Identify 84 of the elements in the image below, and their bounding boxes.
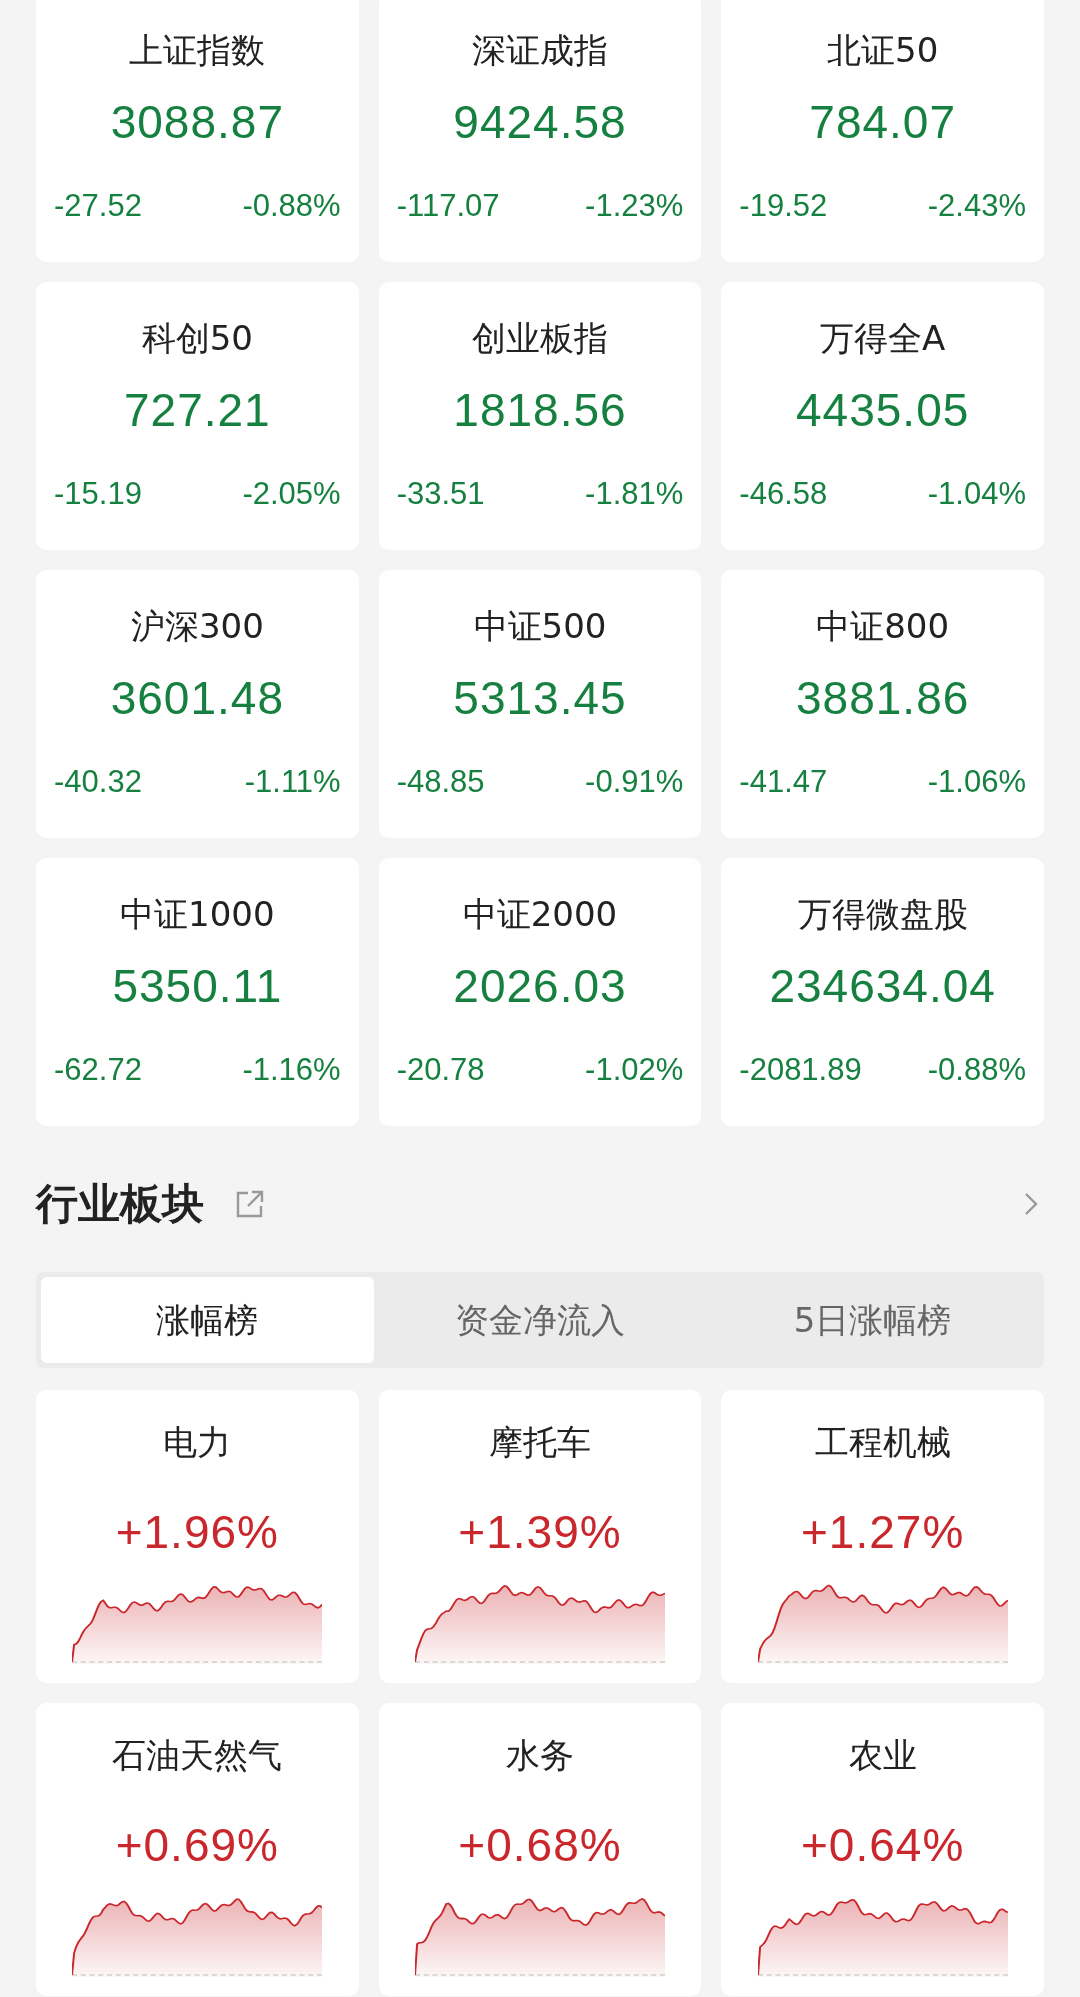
index-value: 3601.48: [110, 671, 284, 726]
tab[interactable]: 5日涨幅榜: [706, 1277, 1039, 1363]
index-name: 中证2000: [462, 893, 618, 936]
index-card[interactable]: 创业板指 1818.56 -33.51 -1.81%: [378, 282, 702, 550]
change-percent: -1.81%: [585, 475, 684, 513]
share-icon[interactable]: [234, 1188, 266, 1220]
index-value: 3088.87: [110, 95, 284, 150]
index-card[interactable]: 万得微盘股 234634.04 -2081.89 -0.88%: [721, 858, 1044, 1126]
sector-name: 摩托车: [489, 1421, 591, 1464]
sector-change-percent: +0.64%: [801, 1818, 965, 1873]
tab[interactable]: 资金净流入: [373, 1277, 707, 1363]
sector-change-percent: +1.96%: [115, 1505, 279, 1560]
sector-card[interactable]: 石油天然气 +0.69%: [36, 1703, 359, 1996]
index-name: 科创50: [141, 317, 253, 360]
change-percent: -1.16%: [242, 1051, 341, 1089]
index-name: 北证50: [827, 29, 939, 72]
sector-card[interactable]: 摩托车 +1.39%: [378, 1390, 702, 1683]
index-card[interactable]: 深证成指 9424.58 -117.07 -1.23%: [378, 0, 702, 262]
chevron-right-icon[interactable]: [1024, 1192, 1038, 1216]
sector-name: 水务: [506, 1734, 574, 1777]
change-amount: -48.85: [396, 763, 485, 801]
sector-change-percent: +0.68%: [458, 1818, 622, 1873]
index-name: 万得微盘股: [797, 893, 968, 936]
index-value: 234634.04: [769, 959, 996, 1014]
change-amount: -62.72: [54, 1051, 142, 1089]
sector-change-percent: +0.69%: [115, 1818, 279, 1873]
index-name: 中证500: [473, 605, 607, 648]
sector-change-percent: +1.27%: [801, 1505, 965, 1560]
change-percent: -2.05%: [242, 475, 341, 513]
sector-card[interactable]: 水务 +0.68%: [378, 1703, 702, 1996]
index-card[interactable]: 中证1000 5350.11 -62.72 -1.16%: [36, 858, 359, 1126]
index-name: 上证指数: [129, 29, 266, 72]
sector-name: 农业: [848, 1734, 917, 1777]
change-amount: -40.32: [54, 763, 142, 801]
change-amount: -15.19: [54, 475, 142, 513]
index-value: 3881.86: [796, 671, 970, 726]
change-percent: -2.43%: [927, 187, 1026, 225]
index-name: 沪深300: [130, 605, 264, 648]
change-percent: -0.91%: [585, 763, 684, 801]
sector-card[interactable]: 农业 +0.64%: [721, 1703, 1044, 1996]
sector-name: 工程机械: [814, 1421, 951, 1464]
change-percent: -0.88%: [927, 1051, 1026, 1089]
index-value: 5350.11: [112, 959, 283, 1014]
sector-name: 石油天然气: [112, 1734, 283, 1777]
index-value: 727.21: [123, 383, 271, 438]
change-amount: -2081.89: [739, 1051, 862, 1089]
index-card[interactable]: 上证指数 3088.87 -27.52 -0.88%: [36, 0, 359, 262]
index-card[interactable]: 北证50 784.07 -19.52 -2.43%: [721, 0, 1044, 262]
sector-card[interactable]: 工程机械 +1.27%: [721, 1390, 1044, 1683]
change-amount: -46.58: [739, 475, 828, 513]
index-value: 4435.05: [796, 383, 970, 438]
index-name: 深证成指: [472, 29, 608, 72]
index-card[interactable]: 中证800 3881.86 -41.47 -1.06%: [721, 570, 1044, 838]
change-amount: -41.47: [739, 763, 828, 801]
index-value: 9424.58: [453, 95, 627, 150]
index-value: 1818.56: [453, 383, 627, 438]
change-percent: -1.23%: [585, 187, 684, 225]
index-card[interactable]: 中证500 5313.45 -48.85 -0.91%: [378, 570, 702, 838]
index-card[interactable]: 中证2000 2026.03 -20.78 -1.02%: [378, 858, 702, 1126]
tab[interactable]: 涨幅榜: [41, 1277, 374, 1363]
change-amount: -117.07: [396, 187, 500, 225]
change-percent: -1.11%: [244, 763, 341, 801]
change-amount: -19.52: [739, 187, 828, 225]
change-amount: -20.78: [396, 1051, 485, 1089]
change-amount: -27.52: [54, 187, 142, 225]
change-percent: -1.02%: [585, 1051, 684, 1089]
sector-name: 电力: [163, 1421, 232, 1464]
index-name: 中证800: [816, 605, 950, 648]
index-card[interactable]: 沪深300 3601.48 -40.32 -1.11%: [36, 570, 359, 838]
index-value: 5313.45: [453, 671, 627, 726]
index-name: 创业板指: [472, 317, 608, 360]
change-percent: -1.04%: [927, 475, 1026, 513]
change-percent: -1.06%: [927, 763, 1026, 801]
change-percent: -0.88%: [242, 187, 341, 225]
index-card[interactable]: 科创50 727.21 -15.19 -2.05%: [36, 282, 359, 550]
sector-card[interactable]: 电力 +1.96%: [36, 1390, 359, 1683]
index-value: 784.07: [809, 95, 956, 150]
change-amount: -33.51: [396, 475, 485, 513]
index-name: 万得全A: [820, 317, 946, 360]
sector-change-percent: +1.39%: [458, 1505, 622, 1560]
index-value: 2026.03: [453, 959, 627, 1014]
index-name: 中证1000: [120, 893, 275, 936]
index-card[interactable]: 万得全A 4435.05 -46.58 -1.04%: [721, 282, 1044, 550]
section-title: 行业板块: [36, 1178, 204, 1230]
